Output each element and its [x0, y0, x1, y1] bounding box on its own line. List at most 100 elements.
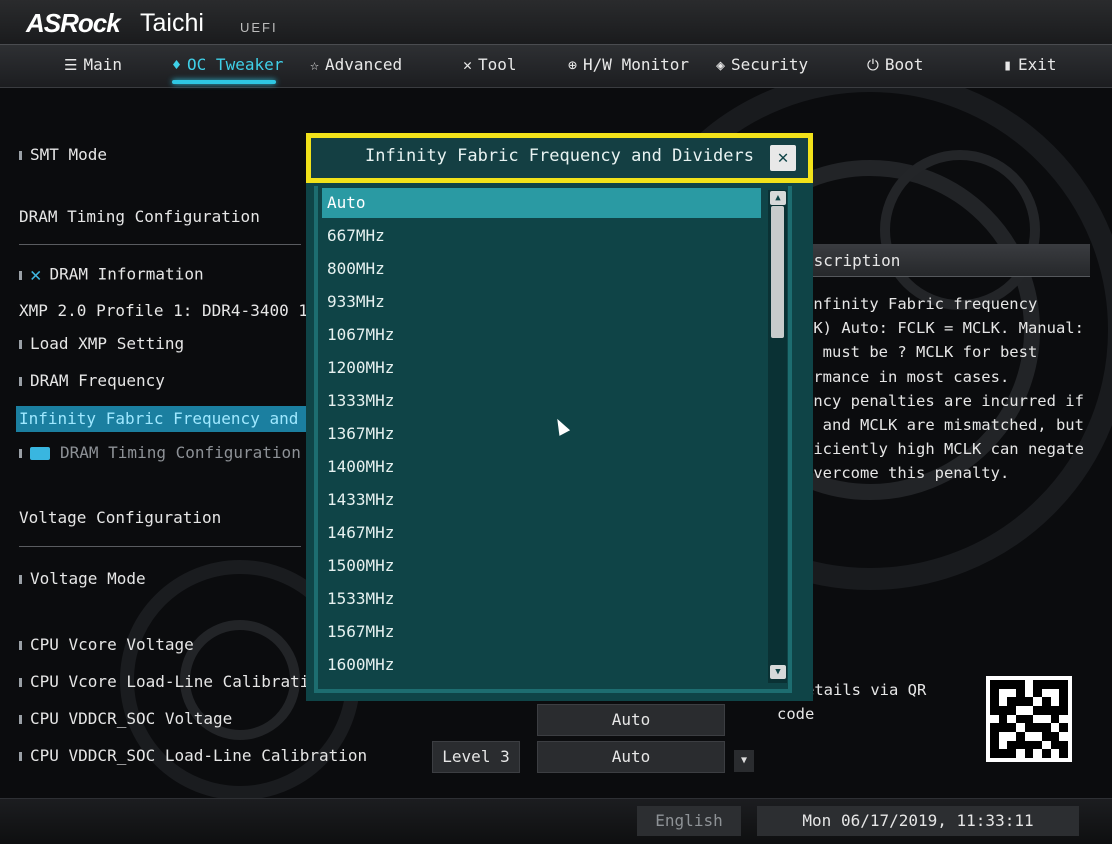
tab-main[interactable]: ☰ Main: [64, 55, 122, 74]
language-button[interactable]: English: [637, 806, 741, 836]
qr-module: [1024, 723, 1034, 732]
qr-module: [1007, 749, 1016, 758]
qr-module: [1042, 741, 1051, 750]
qr-module: [1033, 706, 1042, 715]
item-marker: [19, 151, 22, 160]
qr-module: [1025, 689, 1034, 698]
llc-level-value: Level 3: [432, 741, 520, 773]
item-marker: [19, 377, 22, 386]
qr-module: [1051, 689, 1060, 698]
qr-module: [1051, 749, 1060, 758]
close-icon[interactable]: ✕: [770, 145, 796, 171]
qr-module: [1025, 706, 1034, 715]
scroll-down-icon[interactable]: ▼: [770, 665, 786, 679]
qr-module: [999, 689, 1008, 698]
qr-module: [1059, 723, 1068, 732]
tools-icon: ✕: [463, 55, 473, 74]
option-item[interactable]: 1400MHz: [322, 452, 761, 482]
star-icon: ☆: [310, 55, 320, 74]
item-marker: [19, 715, 22, 724]
item-marker: [19, 752, 22, 761]
option-item[interactable]: 1567MHz: [322, 617, 761, 647]
tab-exit[interactable]: ▮ Exit: [1003, 55, 1057, 74]
qr-module: [1033, 749, 1042, 758]
tab-tool[interactable]: ✕ Tool: [463, 55, 517, 74]
item-marker: [19, 270, 22, 280]
setting-cpu-vcore[interactable]: CPU Vcore Voltage: [19, 635, 194, 654]
setting-dram-information[interactable]: ✕ DRAM Information: [19, 264, 204, 286]
item-marker: [19, 575, 22, 584]
qr-module: [1016, 680, 1025, 689]
option-item[interactable]: 1533MHz: [322, 584, 761, 614]
qr-module: [1016, 714, 1025, 724]
qr-module: [990, 715, 999, 724]
qr-module: [1016, 688, 1025, 698]
option-item[interactable]: 667MHz: [322, 221, 761, 251]
tab-advanced[interactable]: ☆ Advanced: [310, 55, 402, 74]
qr-module: [1042, 680, 1051, 689]
power-icon: ⏻: [867, 55, 879, 74]
qr-module: [1042, 749, 1051, 758]
title-bar: ASRock Taichi UEFI: [0, 0, 1112, 44]
qr-module: [1033, 723, 1042, 732]
description-title: escription: [804, 251, 901, 270]
option-item[interactable]: 1067MHz: [322, 320, 761, 350]
dropdown-arrow-icon[interactable]: ▼: [734, 750, 754, 772]
qr-module: [1033, 688, 1042, 698]
description-text: Infinity Fabric frequency .K) Auto: FCLK…: [804, 295, 1084, 483]
qr-module: [999, 732, 1008, 741]
option-item[interactable]: 1600MHz: [322, 650, 761, 680]
shield-icon: ◈: [716, 55, 726, 74]
qr-module: [1016, 732, 1025, 741]
option-item[interactable]: 1200MHz: [322, 353, 761, 383]
qr-module: [1050, 740, 1060, 750]
section-voltage: Voltage Configuration: [19, 508, 222, 527]
qr-module: [990, 732, 999, 741]
qr-module: [1059, 697, 1068, 706]
dialog-title-bar: Infinity Fabric Frequency and Dividers: [306, 133, 813, 183]
option-item[interactable]: 933MHz: [322, 287, 761, 317]
setting-voltage-mode[interactable]: Voltage Mode: [19, 569, 146, 588]
qr-module: [1007, 706, 1016, 715]
tab-hw-monitor[interactable]: ⊕ H/W Monitor: [568, 55, 689, 74]
qr-module: [990, 688, 999, 698]
qr-module: [998, 714, 1008, 724]
option-item[interactable]: 1500MHz: [322, 551, 761, 581]
option-item[interactable]: Auto: [322, 188, 761, 218]
scroll-up-icon[interactable]: ▲: [770, 191, 786, 205]
nav-bar: ☰ Main ♦ OC Tweaker ☆ Advanced ✕ Tool ⊕ H/W M…: [0, 44, 1112, 88]
target-icon: ⊕: [568, 55, 578, 74]
qr-module: [1050, 714, 1060, 724]
option-item[interactable]: 800MHz: [322, 254, 761, 284]
item-marker: [19, 449, 22, 458]
setting-infinity-fabric[interactable]: Infinity Fabric Frequency and Di: [16, 406, 327, 432]
llc-value-dropdown[interactable]: Auto: [537, 741, 725, 773]
option-item[interactable]: 1333MHz: [322, 386, 761, 416]
setting-load-xmp[interactable]: Load XMP Setting: [19, 334, 184, 353]
setting-cpu-vddcr-soc-llc[interactable]: CPU VDDCR_SOC Load-Line Calibration: [19, 746, 367, 765]
qr-module: [1007, 715, 1016, 724]
setting-smt-mode[interactable]: SMT Mode: [19, 145, 107, 164]
qr-module: [1025, 680, 1034, 689]
tab-security[interactable]: ◈ Security: [716, 55, 808, 74]
tab-boot[interactable]: ⏻ Boot: [867, 55, 923, 74]
option-item[interactable]: 1367MHz: [322, 419, 761, 449]
qr-module: [1016, 697, 1025, 706]
setting-dram-timing-config[interactable]: DRAM Timing Configuration: [19, 443, 301, 462]
qr-module: [1059, 715, 1068, 724]
qr-module: [1059, 706, 1068, 715]
vddcr-soc-voltage-value[interactable]: Auto: [537, 704, 725, 736]
scrollbar-thumb[interactable]: [771, 206, 784, 338]
tools-icon: ✕: [30, 264, 42, 286]
qr-code: [986, 676, 1072, 762]
setting-dram-frequency[interactable]: DRAM Frequency: [19, 371, 165, 390]
setting-cpu-vddcr-soc[interactable]: CPU VDDCR_SOC Voltage: [19, 709, 232, 728]
setting-cpu-vcore-llc[interactable]: CPU Vcore Load-Line Calibration: [19, 672, 329, 691]
option-item[interactable]: 1467MHz: [322, 518, 761, 548]
qr-module: [1051, 723, 1060, 732]
tab-oc-tweaker[interactable]: ♦ OC Tweaker: [172, 55, 283, 74]
dialog-title: Infinity Fabric Frequency and Dividers: [365, 146, 754, 166]
qr-module: [1042, 697, 1051, 706]
option-item[interactable]: 1433MHz: [322, 485, 761, 515]
qr-module: [1059, 740, 1068, 750]
